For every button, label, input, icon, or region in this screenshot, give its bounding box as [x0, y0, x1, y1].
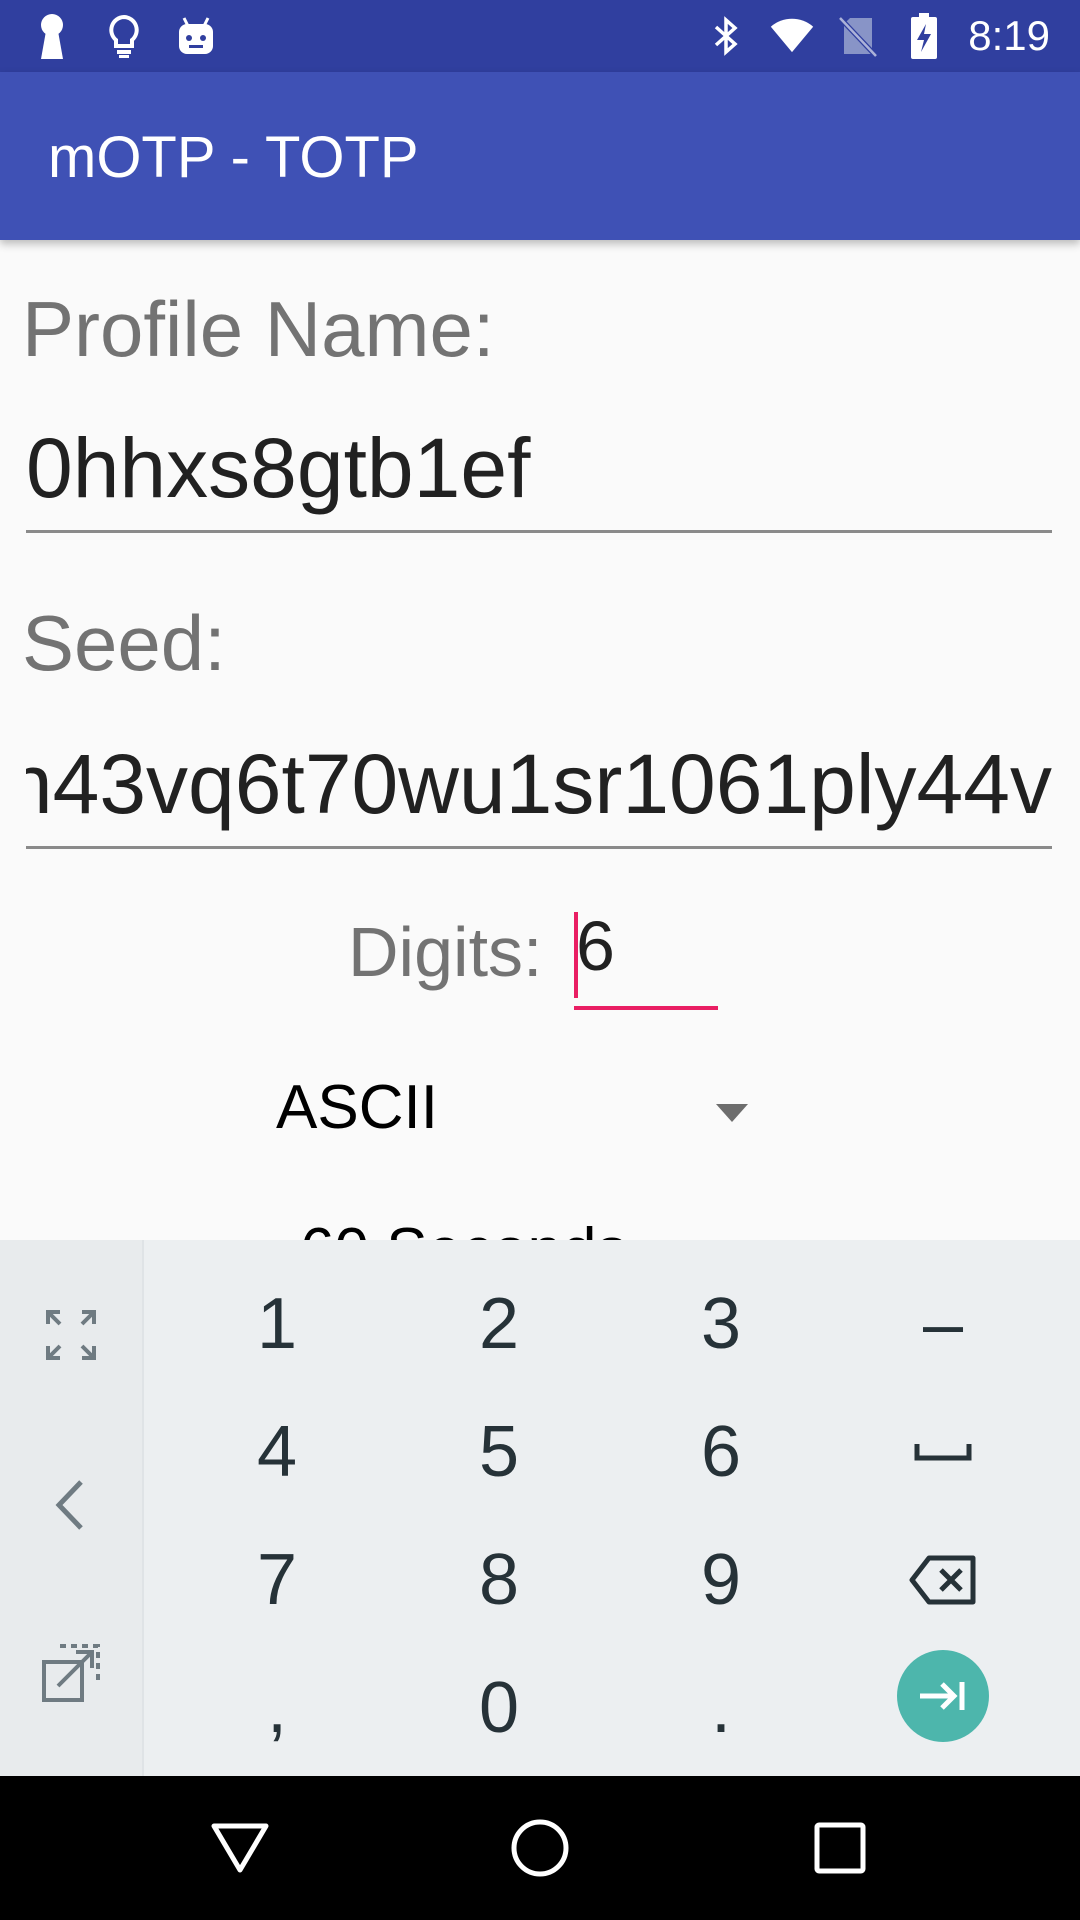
fullscreen-icon[interactable]	[0, 1270, 142, 1400]
digits-field[interactable]: 6	[574, 904, 718, 1010]
key-minus[interactable]: –	[832, 1260, 1054, 1388]
home-circle-icon[interactable]	[504, 1812, 576, 1884]
key-9[interactable]: 9	[610, 1516, 832, 1644]
seed-value: n43vq6t70wu1sr1061ply44v	[26, 737, 1052, 831]
key-comma[interactable]: ,	[166, 1644, 388, 1772]
next-field-icon	[897, 1650, 989, 1742]
keyhole-icon	[30, 14, 74, 59]
navigation-bar	[0, 1776, 1080, 1920]
backspace-key[interactable]	[832, 1516, 1054, 1644]
wifi-icon	[770, 14, 814, 58]
seed-label: Seed:	[22, 599, 226, 687]
key-5[interactable]: 5	[388, 1388, 610, 1516]
interval-dropdown-value[interactable]: 60 Seconds	[300, 1215, 627, 1240]
bluetooth-icon	[704, 14, 748, 58]
key-2[interactable]: 2	[388, 1260, 610, 1388]
key-8[interactable]: 8	[388, 1516, 610, 1644]
app-bar: mOTP - TOTP	[0, 72, 1080, 240]
numeric-keyboard: 1 2 3 – 4 5 6 7 8 9 , 0 .	[0, 1240, 1080, 1776]
digits-value: 6	[576, 907, 615, 985]
encoding-value: ASCII	[276, 1073, 438, 1142]
encoding-dropdown[interactable]: ASCII	[276, 1072, 756, 1172]
key-0[interactable]: 0	[388, 1644, 610, 1772]
seed-field[interactable]: n43vq6t70wu1sr1061ply44v	[26, 736, 1052, 849]
back-chevron-icon[interactable]	[0, 1440, 142, 1570]
key-3[interactable]: 3	[610, 1260, 832, 1388]
key-period[interactable]: .	[610, 1644, 832, 1772]
space-key[interactable]	[832, 1388, 1054, 1516]
key-6[interactable]: 6	[610, 1388, 832, 1516]
android-icon	[174, 14, 218, 58]
popout-icon[interactable]	[0, 1608, 142, 1738]
dropdown-arrow-icon	[716, 1104, 748, 1122]
lightbulb-icon	[102, 14, 146, 58]
next-field-button[interactable]	[832, 1632, 1054, 1760]
status-clock: 8:19	[968, 12, 1050, 59]
profile-form: Profile Name: 0hhxs8gtb1ef Seed: n43vq6t…	[0, 240, 1080, 1240]
backspace-icon	[909, 1555, 976, 1605]
key-7[interactable]: 7	[166, 1516, 388, 1644]
battery-charging-icon	[902, 13, 946, 59]
page-title: mOTP - TOTP	[48, 125, 419, 190]
profile-name-label: Profile Name:	[22, 285, 495, 373]
no-sim-icon	[836, 14, 880, 58]
digits-label: Digits:	[348, 913, 543, 991]
key-1[interactable]: 1	[166, 1260, 388, 1388]
text-cursor	[574, 912, 578, 998]
key-4[interactable]: 4	[166, 1388, 388, 1516]
status-bar: 8:19	[0, 0, 1080, 72]
space-icon	[914, 1444, 972, 1461]
keyboard-side-panel	[0, 1240, 144, 1776]
recents-square-icon[interactable]	[804, 1812, 876, 1884]
profile-name-field[interactable]: 0hhxs8gtb1ef	[26, 420, 1052, 533]
profile-name-value: 0hhxs8gtb1ef	[26, 421, 531, 515]
back-triangle-icon[interactable]	[204, 1812, 276, 1884]
